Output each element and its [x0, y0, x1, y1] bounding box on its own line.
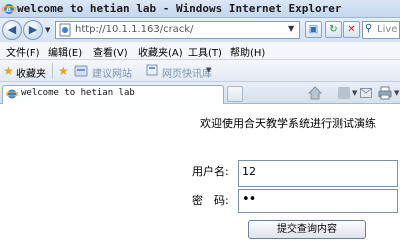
- web-slice-dropdown-icon[interactable]: ▼: [206, 66, 211, 74]
- page-icon: [59, 23, 71, 37]
- forward-icon: ▶: [28, 23, 38, 36]
- favorites-separator: [52, 63, 53, 79]
- compatibility-view-button[interactable]: ▣: [305, 21, 322, 38]
- favorites-star-icon[interactable]: ★: [3, 64, 14, 78]
- back-icon: ◀: [7, 23, 17, 36]
- menu-tools[interactable]: 工具(T): [188, 44, 222, 59]
- read-mail-icon[interactable]: [360, 88, 372, 98]
- web-slice-gallery-icon: [146, 64, 158, 76]
- menu-view[interactable]: 查看(V): [93, 44, 128, 59]
- refresh-icon: ↻: [329, 24, 338, 35]
- refresh-button[interactable]: ↻: [325, 21, 342, 38]
- menu-favorites[interactable]: 收藏夹(A): [138, 44, 183, 59]
- web-slice-gallery-link[interactable]: 网页快讯库: [162, 65, 212, 80]
- print-dropdown-icon[interactable]: ▼: [394, 89, 399, 97]
- welcome-heading: 欢迎使用合天教学系统进行测试演练: [200, 117, 376, 130]
- suggested-sites-icon: [74, 65, 88, 77]
- search-icon: ⚲: [365, 23, 373, 34]
- menu-file[interactable]: 文件(F): [6, 44, 40, 59]
- search-placeholder[interactable]: Live: [377, 24, 397, 35]
- address-dropdown-icon[interactable]: ▼: [288, 24, 294, 33]
- favorites-button[interactable]: 收藏夹: [16, 65, 46, 80]
- back-button[interactable]: ◀: [2, 20, 22, 40]
- ie-logo-icon: e: [2, 4, 16, 14]
- suggested-sites-link[interactable]: 建议网站: [92, 65, 132, 80]
- menu-edit[interactable]: 编辑(E): [48, 44, 82, 59]
- tab-label[interactable]: welcome to hetian lab: [21, 88, 135, 98]
- username-label: 用户名:: [192, 165, 229, 178]
- submit-query-button[interactable]: 提交查询内容: [248, 220, 366, 239]
- forward-button[interactable]: ▶: [23, 20, 43, 40]
- compatibility-view-icon: ▣: [308, 24, 319, 35]
- new-tab-button[interactable]: [227, 86, 243, 102]
- menu-help[interactable]: 帮助(H): [230, 44, 265, 59]
- recent-pages-dropdown-icon[interactable]: ▼: [45, 26, 53, 34]
- add-to-favorites-icon[interactable]: ★: [58, 64, 69, 78]
- svg-text:e: e: [6, 5, 11, 14]
- password-field[interactable]: ••: [238, 189, 398, 213]
- home-icon[interactable]: [308, 86, 322, 100]
- stop-icon: ✕: [347, 24, 356, 35]
- print-icon[interactable]: [378, 86, 392, 100]
- feeds-icon[interactable]: [338, 87, 350, 99]
- stop-button[interactable]: ✕: [343, 21, 360, 38]
- feeds-dropdown-icon[interactable]: ▼: [352, 89, 357, 97]
- username-field[interactable]: 12: [238, 160, 398, 187]
- address-url[interactable]: http://10.1.1.163/crack/: [75, 24, 193, 35]
- window-title: welcome to hetian lab - Windows Internet…: [17, 2, 342, 15]
- tab-page-icon: [6, 89, 18, 99]
- password-label: 密 码:: [192, 194, 229, 207]
